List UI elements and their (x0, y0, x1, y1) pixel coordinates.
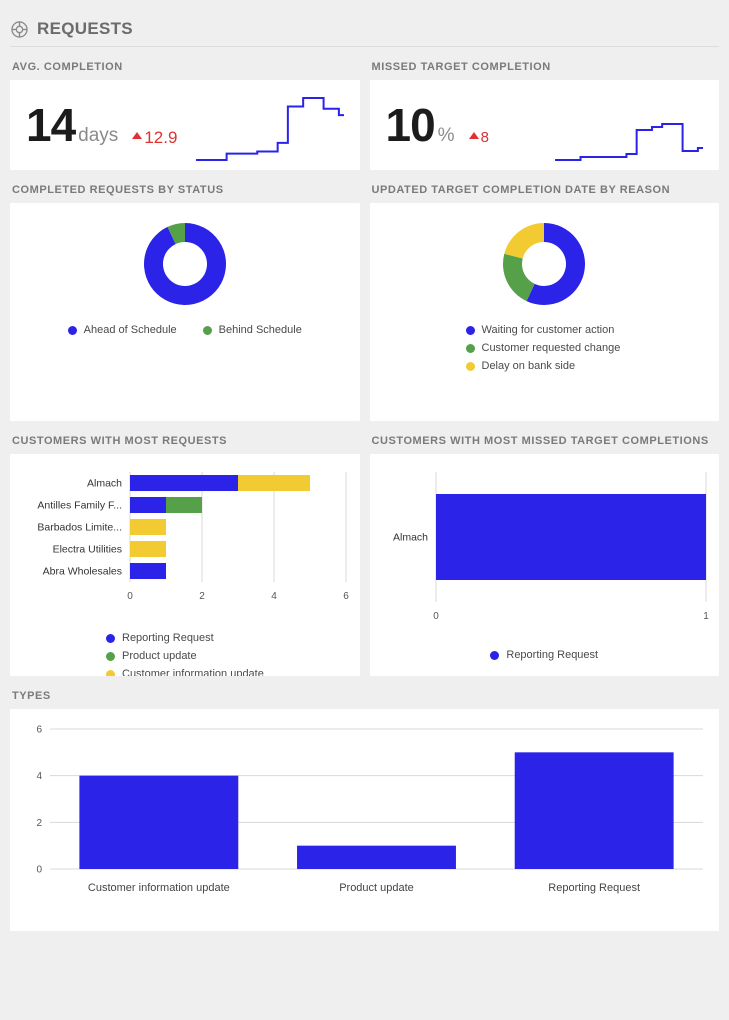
svg-text:6: 6 (36, 725, 42, 736)
svg-text:6: 6 (343, 591, 349, 602)
donut-completed-by-status: COMPLETED REQUESTS BY STATUS Ahead of Sc… (10, 170, 360, 421)
legend-color-dot (465, 325, 475, 335)
legend-color-dot (465, 361, 475, 371)
donut-row: COMPLETED REQUESTS BY STATUS Ahead of Sc… (0, 170, 729, 421)
svg-text:Customer information update: Customer information update (88, 882, 230, 894)
kpi-avg-completion-delta-value: 12.9 (144, 127, 178, 147)
customers-most-requests-plot: 0 2 4 6 Almach Antilles Family F... Barbados L… (37, 472, 349, 602)
legend-item[interactable]: Reporting Request (106, 629, 360, 647)
kpi-missed-target-unit: % (437, 125, 455, 146)
kpi-missed-target-sparkline (489, 80, 719, 170)
legend-color-dot (106, 651, 115, 661)
legend-label: Customer information update (122, 668, 264, 676)
svg-text:0: 0 (36, 865, 42, 876)
legend-color-dot (106, 633, 115, 643)
legend-color-dot (465, 343, 475, 353)
customers-most-requests-legend: Reporting Request Product update Customer … (10, 619, 360, 676)
svg-text:Antilles Family F...: Antilles Family F... (37, 500, 122, 512)
donut-completed-by-status-graphic (10, 203, 360, 307)
kpi-avg-completion-unit: days (78, 125, 119, 146)
kpi-row: AVG. COMPLETION 14 days 12.9 MISSED TARG… (0, 47, 729, 170)
chart-customers-most-missed-card[interactable]: 0 1 Almach Reporting Request (369, 454, 720, 676)
chart-types: TYPES 0 2 4 6 Customer information update Pro… (10, 676, 719, 931)
donut-updated-target-by-reason-graphic (370, 203, 720, 307)
svg-text:4: 4 (271, 591, 277, 602)
chart-customers-most-missed-title: CUSTOMERS WITH MOST MISSED TARGET COMPLE… (371, 435, 709, 447)
kpi-missed-target-figure: 10 % 8 (370, 102, 489, 148)
bar-row: CUSTOMERS WITH MOST REQUESTS 0 2 4 6 Almach A… (0, 421, 729, 676)
kpi-missed-target-delta: 8 (468, 129, 489, 146)
svg-text:0: 0 (433, 611, 439, 622)
donut-completed-by-status-card[interactable]: Ahead of Schedule Behind Schedule (10, 203, 360, 421)
trend-up-icon (132, 132, 143, 139)
legend-item[interactable]: Waiting for customer action (465, 321, 720, 339)
kpi-avg-completion-title: AVG. COMPLETION (12, 61, 123, 73)
svg-text:Almach: Almach (392, 532, 427, 544)
types-row: TYPES 0 2 4 6 Customer information update Pro… (0, 676, 729, 931)
legend-item[interactable]: Delay on bank side (465, 357, 720, 375)
page-title: REQUESTS (37, 19, 133, 38)
legend-item[interactable]: Customer requested change (465, 339, 720, 357)
legend-label: Product update (122, 650, 197, 662)
svg-text:Abra Wholesales: Abra Wholesales (43, 566, 122, 578)
customers-most-missed-plot: 0 1 Almach (392, 472, 709, 622)
legend-label: Ahead of Schedule (83, 324, 177, 336)
chart-customers-most-requests-title: CUSTOMERS WITH MOST REQUESTS (12, 435, 228, 447)
legend-label: Reporting Request (122, 632, 214, 644)
svg-text:Electra Utilities: Electra Utilities (53, 544, 122, 556)
kpi-missed-target-title: MISSED TARGET COMPLETION (371, 61, 551, 73)
chart-customers-most-missed: CUSTOMERS WITH MOST MISSED TARGET COMPLE… (369, 421, 720, 676)
legend-item[interactable]: Customer information update (106, 665, 360, 676)
legend-item[interactable]: Ahead of Schedule (67, 321, 177, 339)
kpi-avg-completion-value: 14 (26, 99, 76, 151)
legend-label: Delay on bank side (481, 360, 576, 372)
legend-item[interactable]: Behind Schedule (202, 321, 302, 339)
kpi-avg-completion-figure: 14 days 12.9 (10, 102, 177, 148)
donut-completed-by-status-title: COMPLETED REQUESTS BY STATUS (12, 184, 224, 196)
kpi-missed-target-value: 10 (385, 99, 436, 151)
legend-color-dot (106, 669, 115, 676)
chart-customers-most-requests: CUSTOMERS WITH MOST REQUESTS 0 2 4 6 Almach A… (10, 421, 360, 676)
kpi-avg-completion-sparkline (177, 80, 359, 170)
kpi-missed-target-card[interactable]: 10 % 8 (369, 80, 719, 170)
svg-text:Product update: Product update (339, 882, 414, 894)
trend-up-icon (468, 132, 479, 139)
svg-text:2: 2 (36, 818, 42, 829)
donut-completed-by-status-legend: Ahead of Schedule Behind Schedule (10, 307, 360, 339)
svg-text:Reporting Request: Reporting Request (548, 882, 640, 894)
legend-item[interactable]: Reporting Request (490, 646, 598, 664)
types-plot: 0 2 4 6 Customer information update Product u… (36, 725, 703, 894)
legend-label: Customer requested change (481, 342, 621, 354)
legend-label: Waiting for customer action (481, 324, 615, 336)
legend-color-dot (67, 325, 77, 335)
customers-most-missed-legend: Reporting Request (370, 634, 720, 664)
chart-types-card[interactable]: 0 2 4 6 Customer information update Product u… (10, 709, 719, 931)
legend-color-dot (490, 650, 500, 660)
kpi-missed-target: MISSED TARGET COMPLETION 10 % 8 (369, 47, 719, 170)
svg-text:Almach: Almach (87, 478, 122, 490)
kpi-avg-completion: AVG. COMPLETION 14 days 12.9 (10, 47, 360, 170)
legend-color-dot (202, 325, 212, 335)
svg-text:4: 4 (36, 771, 42, 782)
chart-customers-most-requests-card[interactable]: 0 2 4 6 Almach Antilles Family F... Barbados L… (10, 454, 360, 676)
svg-text:0: 0 (127, 591, 133, 602)
donut-updated-target-by-reason-legend: Waiting for customer action Customer requ… (370, 307, 720, 375)
legend-label: Behind Schedule (218, 324, 302, 336)
legend-item[interactable]: Product update (106, 647, 360, 665)
svg-text:2: 2 (199, 591, 205, 602)
legend-label: Reporting Request (506, 649, 599, 661)
kpi-avg-completion-delta: 12.9 (132, 128, 177, 148)
page-header: REQUESTS (0, 0, 729, 46)
svg-text:1: 1 (703, 611, 709, 622)
target-ring-icon (10, 20, 29, 39)
kpi-missed-target-delta-value: 8 (480, 129, 489, 146)
donut-updated-target-by-reason-card[interactable]: Waiting for customer action Customer requ… (369, 203, 720, 421)
svg-text:Barbados Limite...: Barbados Limite... (37, 522, 122, 534)
chart-types-title: TYPES (12, 690, 51, 702)
donut-updated-target-by-reason-title: UPDATED TARGET COMPLETION DATE BY REASON (371, 184, 671, 196)
kpi-avg-completion-card[interactable]: 14 days 12.9 (10, 80, 360, 170)
dashboard-page: REQUESTS AVG. COMPLETION 14 days 12.9 MI… (0, 0, 729, 1020)
donut-updated-target-by-reason: UPDATED TARGET COMPLETION DATE BY REASON… (369, 170, 720, 421)
